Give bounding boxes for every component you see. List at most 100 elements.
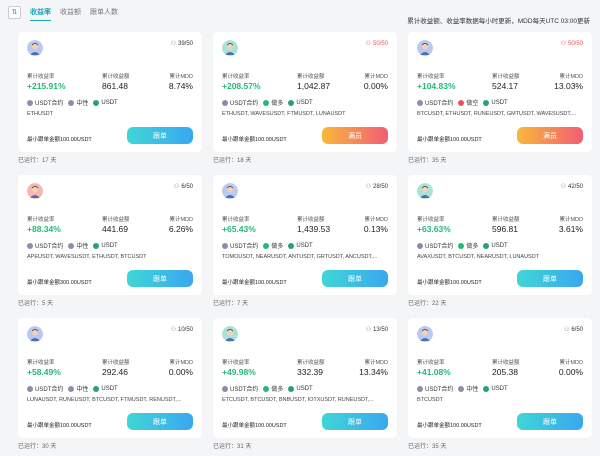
trader-card[interactable]: ⚇ 10/50 累计收益率 +58.49% 累计收益额 292.46 累计MDD…	[18, 318, 202, 450]
tag-usdt: USDT	[288, 242, 313, 249]
tab-return-rate[interactable]: 收益率	[30, 4, 51, 21]
mdd-label: 累计MDD	[364, 217, 388, 223]
return-rate-label: 累计收益率	[222, 217, 250, 223]
mdd-stat: 累计MDD 0.13%	[364, 215, 388, 234]
trader-card[interactable]: ⚇ 13/50 累计收益率 +49.98% 累计收益额 332.39 累计MDD…	[213, 318, 397, 450]
trader-card[interactable]: ⚇ 6/50 累计收益率 +88.34% 累计收益额 441.69 累计MDD …	[18, 175, 202, 307]
tag-usdt: USDT	[483, 99, 508, 106]
tag-usdt: USDT	[483, 242, 508, 249]
trader-card[interactable]: ⚇ 50/50 累计收益率 +104.83% 累计收益额 524.17 累计MD…	[408, 32, 592, 164]
profit-value: 205.38	[492, 367, 518, 377]
return-rate-value: +63.63%	[417, 224, 451, 234]
tag-row: USDT合约 做多 USDT	[417, 241, 508, 250]
usdt-icon	[288, 242, 295, 249]
trader-avatar[interactable]	[417, 183, 433, 199]
mdd-label: 累计MDD	[559, 74, 583, 80]
mdd-stat: 累计MDD 3.61%	[559, 215, 583, 234]
trader-avatar[interactable]	[27, 326, 43, 342]
usdtc-icon	[222, 242, 228, 249]
tag-usdt: USDT	[93, 99, 118, 106]
trader-card[interactable]: ⚇ 28/50 累计收益率 +65.43% 累计收益额 1,439.53 累计M…	[213, 175, 397, 307]
card-body: ⚇ 50/50 累计收益率 +208.57% 累计收益额 1,042.87 累计…	[213, 32, 397, 152]
follow-button[interactable]: 跟单	[127, 413, 193, 430]
return-rate-stat: 累计收益率 +58.49%	[27, 358, 61, 377]
tab-profit[interactable]: 收益额	[60, 4, 81, 20]
user-icon: ⚇	[560, 41, 566, 47]
user-icon: ⚇	[563, 327, 570, 333]
mdd-value: 0.00%	[558, 367, 583, 377]
sort-icon[interactable]: ⇅	[8, 5, 21, 19]
profit-stat: 累计收益额 441.69	[102, 215, 130, 234]
usdtc-icon	[417, 242, 423, 249]
trader-avatar[interactable]	[222, 40, 238, 56]
return-rate-stat: 累计收益率 +41.08%	[417, 358, 451, 377]
tag-label: 中性	[466, 387, 479, 393]
trader-avatar[interactable]	[27, 40, 43, 56]
follow-button[interactable]: 跟单	[517, 413, 583, 430]
profit-value: 524.17	[492, 81, 518, 91]
tag-usdtc: USDT合约	[222, 98, 258, 107]
full-button[interactable]: 满员	[322, 127, 388, 144]
tag-long: 做多	[263, 241, 283, 250]
profit-label: 累计收益额	[102, 74, 130, 80]
neutral-icon	[68, 385, 75, 392]
return-rate-label: 累计收益率	[27, 74, 55, 80]
card-body: ⚇ 42/50 累计收益率 +63.63% 累计收益额 596.81 累计MDD…	[408, 175, 592, 295]
tag-usdtc: USDT合约	[417, 98, 453, 107]
usdtc-icon	[27, 385, 33, 392]
mdd-label: 累计MDD	[559, 360, 583, 366]
trader-card[interactable]: ⚇ 42/50 累计收益率 +63.63% 累计收益额 596.81 累计MDD…	[408, 175, 592, 307]
tab-followers[interactable]: 跟单人数	[90, 4, 118, 20]
tag-label: USDT	[101, 385, 118, 392]
trader-card[interactable]: ⚇ 6/50 累计收益率 +41.08% 累计收益额 205.38 累计MDD …	[408, 318, 592, 450]
follow-button[interactable]: 跟单	[127, 127, 193, 144]
long-icon	[263, 99, 270, 106]
tag-label: 做多	[466, 244, 479, 250]
tag-usdt: USDT	[288, 385, 313, 392]
usdt-icon	[483, 242, 490, 249]
trader-avatar[interactable]	[417, 40, 433, 56]
neutral-icon	[68, 99, 75, 106]
mdd-label: 累计MDD	[169, 217, 193, 223]
full-button[interactable]: 满员	[517, 127, 583, 144]
trader-card[interactable]: ⚇ 39/50 累计收益率 +215.91% 累计收益额 861.48 累计MD…	[18, 32, 202, 164]
profit-label: 累计收益额	[492, 74, 520, 80]
profit-label: 累计收益额	[102, 360, 130, 366]
mdd-label: 累计MDD	[169, 74, 193, 80]
return-rate-label: 累计收益率	[417, 217, 445, 223]
tag-label: 中性	[76, 244, 89, 250]
follow-button[interactable]: 跟单	[322, 413, 388, 430]
mdd-label: 累计MDD	[169, 360, 193, 366]
follow-button[interactable]: 跟单	[127, 270, 193, 287]
profit-value: 596.81	[492, 224, 518, 234]
tag-long: 做多	[263, 98, 283, 107]
mdd-value: 0.00%	[363, 81, 388, 91]
usdt-icon	[93, 99, 100, 106]
tag-usdt: USDT	[483, 385, 508, 392]
seats-count: 13/50	[372, 326, 388, 333]
user-icon: ⚇	[170, 327, 176, 333]
tag-usdtc: USDT合约	[222, 384, 258, 393]
seats-badge: ⚇ 6/50	[174, 183, 193, 191]
tag-usdtc: USDT合约	[222, 241, 258, 250]
follow-button[interactable]: 跟单	[517, 270, 583, 287]
neutral-icon	[68, 242, 75, 249]
trader-avatar[interactable]	[222, 326, 238, 342]
min-amount: 最小跟单金额100.00USDT	[417, 280, 482, 286]
tag-usdtc: USDT合约	[27, 384, 63, 393]
trader-avatar[interactable]	[417, 326, 433, 342]
trader-avatar[interactable]	[27, 183, 43, 199]
user-icon: ⚇	[560, 184, 566, 190]
follow-button[interactable]: 跟单	[322, 270, 388, 287]
profit-stat: 累计收益额 1,439.53	[297, 215, 330, 234]
return-rate-stat: 累计收益率 +49.98%	[222, 358, 256, 377]
return-rate-label: 累计收益率	[27, 360, 55, 366]
trader-avatar[interactable]	[222, 183, 238, 199]
seats-badge: ⚇ 39/50	[171, 40, 193, 48]
tag-label: USDT	[491, 242, 508, 249]
tag-label: 做多	[271, 244, 284, 250]
tag-row: USDT合约 中性 USDT	[417, 384, 508, 393]
mdd-label: 累计MDD	[364, 360, 388, 366]
trader-card[interactable]: ⚇ 50/50 累计收益率 +208.57% 累计收益额 1,042.87 累计…	[213, 32, 397, 164]
trading-pairs: BTCUSDT, ETHUSDT, RUNEUSDT, GMTUSDT, WAV…	[417, 111, 577, 117]
